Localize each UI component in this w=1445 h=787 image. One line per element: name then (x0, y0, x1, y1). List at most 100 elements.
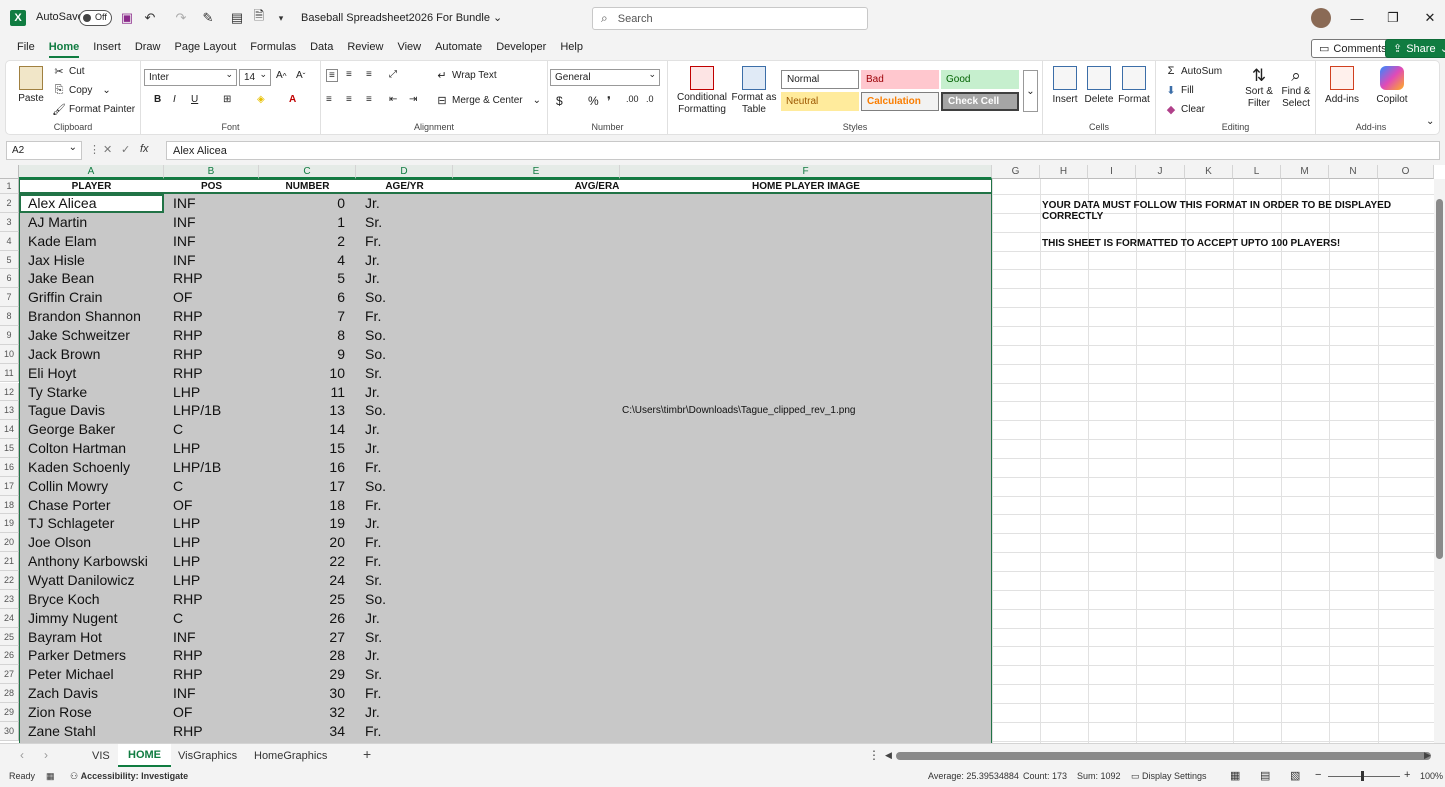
cell-age-yr[interactable]: Jr. (365, 439, 455, 458)
cell-age-yr[interactable]: Sr. (365, 364, 455, 383)
autosum-button[interactable]: Σ AutoSum (1164, 65, 1223, 77)
cell-age-yr[interactable]: So. (365, 345, 455, 364)
tab-home[interactable]: Home (42, 36, 87, 58)
cell-player[interactable]: Jake Bean (28, 269, 168, 288)
row-header[interactable]: 9 (0, 325, 19, 345)
cell-number[interactable]: 2 (259, 232, 345, 251)
cell-number[interactable]: 11 (259, 383, 345, 402)
row-header[interactable]: 15 (0, 439, 19, 458)
cell-pos[interactable]: RHP (173, 326, 263, 345)
cell-player[interactable]: Brandon Shannon (28, 307, 168, 326)
cell-number[interactable]: 7 (259, 307, 345, 326)
row-header[interactable]: 1 (0, 179, 19, 194)
print-preview-icon[interactable]: 🗎 (250, 8, 268, 27)
horizontal-scroll-thumb[interactable] (896, 752, 1431, 760)
cell-pos[interactable]: INF (173, 213, 263, 232)
paste-button[interactable]: Paste (16, 66, 46, 104)
column-header-k[interactable]: K (1185, 165, 1233, 179)
cell-pos[interactable]: RHP (173, 665, 263, 684)
tab-page-layout[interactable]: Page Layout (167, 36, 243, 58)
cell-player[interactable]: Jack Brown (28, 345, 168, 364)
customize-toolbar-icon[interactable]: ▾ (272, 9, 290, 27)
header-pos[interactable]: POS (164, 180, 259, 194)
cell-pos[interactable]: LHP (173, 552, 263, 571)
cell-age-yr[interactable]: Fr. (365, 307, 455, 326)
row-header[interactable]: 29 (0, 702, 19, 722)
cell-age-yr[interactable]: Jr. (365, 420, 455, 439)
clear-button[interactable]: ◆ Clear (1164, 103, 1205, 116)
cell-player[interactable]: Tague Davis (28, 401, 168, 420)
zoom-slider[interactable] (1328, 776, 1400, 777)
cell-pos[interactable]: RHP (173, 345, 263, 364)
normal-view-icon[interactable]: ▦ (1230, 769, 1240, 782)
cell-age-yr[interactable]: Fr. (365, 552, 455, 571)
cell-pos[interactable]: RHP (173, 646, 263, 665)
zoom-in-icon[interactable]: + (1404, 769, 1410, 781)
orientation-icon[interactable]: ⤢ (389, 69, 397, 80)
style-neutral[interactable]: Neutral (781, 92, 859, 111)
cell-age-yr[interactable]: Jr. (365, 194, 455, 213)
format-painter-button[interactable]: 🖌 Format Painter (52, 103, 135, 116)
cell-player[interactable]: Eli Hoyt (28, 364, 168, 383)
tab-data[interactable]: Data (303, 36, 340, 58)
cell-pos[interactable]: RHP (173, 269, 263, 288)
cell-pos[interactable]: RHP (173, 722, 263, 741)
style-normal[interactable]: Normal (781, 70, 859, 89)
cell-age-yr[interactable]: Sr. (365, 628, 455, 647)
cell-number[interactable]: 8 (259, 326, 345, 345)
cut-button[interactable]: ✂ Cut (52, 65, 84, 78)
column-header-o[interactable]: O (1378, 165, 1434, 179)
cell-number[interactable]: 17 (259, 477, 345, 496)
tab-developer[interactable]: Developer (489, 36, 553, 58)
style-calculation[interactable]: Calculation (861, 92, 939, 111)
bold-icon[interactable]: B (154, 94, 161, 105)
cell-number[interactable]: 5 (259, 269, 345, 288)
cell-number[interactable]: 1 (259, 213, 345, 232)
cell-player[interactable]: Chase Porter (28, 496, 168, 515)
cell-number[interactable]: 20 (259, 533, 345, 552)
fill-color-icon[interactable]: ◈ (257, 94, 265, 105)
cell-player[interactable]: Wyatt Danilowicz (28, 571, 168, 590)
cell-pos[interactable]: OF (173, 496, 263, 515)
cell-age-yr[interactable]: So. (365, 401, 455, 420)
column-header-e[interactable]: E (453, 165, 620, 179)
find-select-button[interactable]: ⌕ Find & Select (1280, 66, 1312, 110)
tab-automate[interactable]: Automate (428, 36, 489, 58)
zoom-out-icon[interactable]: − (1315, 769, 1321, 781)
row-header[interactable]: 25 (0, 627, 19, 647)
search-box[interactable]: ⌕ Search (592, 7, 868, 30)
cell-pos[interactable]: RHP (173, 590, 263, 609)
cell-pos[interactable]: OF (173, 288, 263, 307)
collapse-ribbon-icon[interactable]: ⌄ (1426, 116, 1434, 127)
cell-player[interactable]: Alex Alicea (28, 194, 168, 213)
header-player-image[interactable]: HOME PLAYER IMAGE (620, 180, 992, 194)
cancel-entry-icon[interactable]: ✕ (103, 143, 112, 156)
cell-player[interactable]: Collin Mowry (28, 477, 168, 496)
row-header[interactable]: 16 (0, 457, 19, 477)
column-header-c[interactable]: C (259, 165, 356, 179)
insert-function-icon[interactable]: fx (140, 143, 149, 155)
copy-button[interactable]: ⎘ Copy ⌄ (52, 84, 111, 97)
row-header[interactable]: 28 (0, 684, 19, 703)
spreadsheet-grid[interactable]: ABCDEFGHIJKLMNO PLAYER POS NUMBER AGE/YR… (0, 165, 1445, 743)
scroll-left-icon[interactable]: ◀ (885, 750, 892, 761)
save-icon[interactable]: ▣ (118, 9, 136, 27)
cell-number[interactable]: 25 (259, 590, 345, 609)
scroll-right-icon[interactable]: ▶ (1424, 750, 1431, 761)
row-header[interactable]: 19 (0, 514, 19, 534)
cell-age-yr[interactable]: Fr. (365, 533, 455, 552)
cell-pos[interactable]: C (173, 609, 263, 628)
cell-number[interactable]: 27 (259, 628, 345, 647)
cell-pos[interactable]: OF (173, 703, 263, 722)
prev-sheet-icon[interactable]: ‹ (20, 748, 24, 762)
cell-pos[interactable]: LHP/1B (173, 458, 263, 477)
sheet-tab-homegraphics[interactable]: HomeGraphics (244, 744, 337, 767)
row-header[interactable]: 18 (0, 495, 19, 515)
page-break-view-icon[interactable]: ▧ (1290, 769, 1300, 782)
column-header-b[interactable]: B (164, 165, 259, 179)
cell-age-yr[interactable]: Jr. (365, 703, 455, 722)
cell-age-yr[interactable]: Fr. (365, 458, 455, 477)
copilot-button[interactable]: Copilot (1372, 66, 1412, 105)
cell-number[interactable]: 6 (259, 288, 345, 307)
undo-icon[interactable]: ↶ (141, 9, 159, 27)
